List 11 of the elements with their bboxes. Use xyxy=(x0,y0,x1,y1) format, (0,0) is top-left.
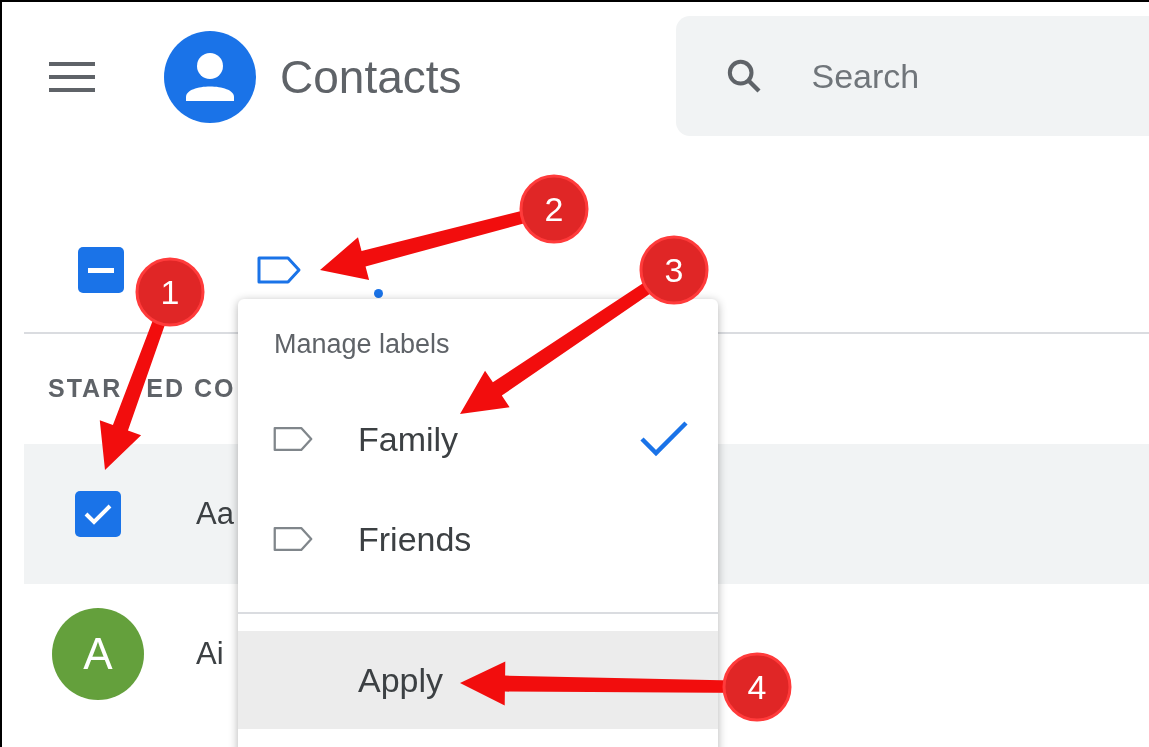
annotation-number: 4 xyxy=(746,670,768,704)
contact-avatar: A xyxy=(52,608,144,700)
annotation-number: 3 xyxy=(663,253,685,287)
contact-name: Ai xyxy=(196,634,224,673)
app-title: Contacts xyxy=(280,49,462,105)
annotation-number: 2 xyxy=(543,192,565,226)
section-title: STAR xyxy=(48,373,123,405)
contact-name: Aa xyxy=(196,494,234,533)
annotation-number: 1 xyxy=(159,275,181,309)
menu-title: Manage labels xyxy=(274,327,450,361)
section-title: ED CO xyxy=(146,373,236,405)
